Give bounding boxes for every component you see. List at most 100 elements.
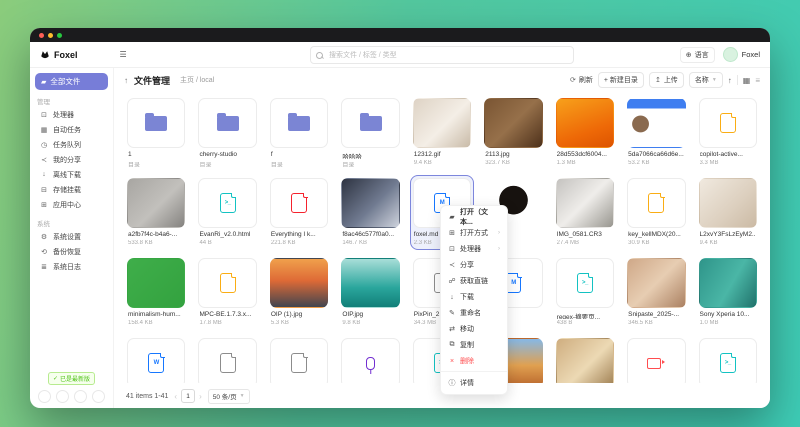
file-tile[interactable]: 2113.jpg 323.7 KB (481, 95, 545, 170)
file-tile[interactable] (195, 335, 259, 383)
sidebar-item[interactable]: ⊟ 存储挂载 (35, 182, 108, 197)
context-menu-item[interactable]: ⧉ 复制 (441, 337, 507, 353)
context-menu-item[interactable]: ⊡ 处理器 › (441, 241, 507, 257)
sort-label: 名称 (695, 75, 709, 85)
file-name: 5da7066ca66d6e... (628, 151, 684, 159)
file-tile[interactable]: f8ac46c577f0a0... 146.7 KB (338, 175, 402, 250)
file-name: EvanRi_v2.0.html (199, 231, 255, 239)
sidebar-item: 管理 (35, 94, 108, 107)
file-name: f (271, 151, 327, 159)
sidebar-item[interactable]: ▦ 自动任务 (35, 122, 108, 137)
refresh-button[interactable]: ⟳ 刷新 (570, 75, 593, 85)
sidebar-item[interactable]: ↓ 离线下载 (35, 167, 108, 182)
sidebar-item[interactable]: ≺ 我的分享 (35, 152, 108, 167)
sort-ascending-button[interactable]: ↑ (728, 76, 732, 85)
navigate-up-button[interactable]: ↑ (124, 76, 128, 85)
file-tile[interactable]: >_ regex-摘要页... 438 B (553, 255, 617, 330)
file-tile[interactable]: >_ EvanRi_v2.0.html 44 B (195, 175, 259, 250)
details-icon: ⓘ (448, 378, 456, 388)
file-size: 9.8 KB (342, 320, 398, 327)
file-size: 3.3 MB (700, 160, 756, 167)
file-size: 53.2 KB (628, 160, 684, 167)
search-input[interactable] (327, 51, 568, 60)
app-header: Foxel ☰ ⊕ 语言 Foxel (30, 42, 770, 68)
task-queue-icon: ◷ (40, 141, 48, 149)
file-tile[interactable]: Sony Xperia 10... 1.0 MB (696, 255, 760, 330)
context-menu-item[interactable]: × 删除 (441, 353, 507, 369)
minimize-window-button[interactable] (48, 33, 53, 38)
context-menu-item[interactable]: ↓ 下载 (441, 289, 507, 305)
sidebar-item[interactable]: ◷ 任务队列 (35, 137, 108, 152)
file-tile[interactable]: copilot-active... 3.3 MB (696, 95, 760, 170)
file-tile[interactable] (624, 335, 688, 383)
context-menu-item[interactable]: ⊞ 打开方式 › (441, 225, 507, 241)
context-menu-item-label: 重命名 (460, 308, 481, 318)
app-name: Foxel (54, 50, 78, 60)
file-tile[interactable]: 28d553dcf6004... 1.3 MB (553, 95, 617, 170)
page-size-select[interactable]: 50 条/页 ▼ (208, 389, 250, 404)
file-thumbnail (341, 258, 399, 308)
next-page-button[interactable]: › (199, 392, 202, 401)
sidebar-item-label: 我的分享 (53, 155, 81, 165)
file-tile[interactable]: 12312.gif 9.4 KB (410, 95, 474, 170)
file-tile[interactable]: 哈哈哈 目录 (338, 95, 402, 170)
file-size: 44 B (199, 240, 255, 247)
file-tile[interactable] (553, 335, 617, 383)
file-tile[interactable]: W (124, 335, 188, 383)
sidebar-item-all-files[interactable]: ▰ 全部文件 (35, 73, 108, 90)
file-tile[interactable]: Snipaste_2025-... 346.5 KB (624, 255, 688, 330)
file-name: IMG_0581.CR3 (557, 231, 613, 239)
maximize-window-button[interactable] (57, 33, 62, 38)
file-icon (291, 193, 307, 213)
file-tile[interactable]: minimalism-hum... 158.4 KB (124, 255, 188, 330)
file-tile[interactable] (267, 335, 331, 383)
update-status-badge[interactable]: ✓ 已是最新版 (48, 372, 95, 385)
file-tile[interactable]: >_ (696, 335, 760, 383)
grid-view-button[interactable]: ▦ (743, 76, 751, 85)
prev-page-button[interactable]: ‹ (174, 392, 177, 401)
sidebar-item[interactable]: ⊞ 应用中心 (35, 197, 108, 212)
file-tile[interactable]: Everything I k... 221.8 KB (267, 175, 331, 250)
toolbar: ⟳ 刷新 + 新建目录 ↥ 上传 名称 ▼ (570, 72, 760, 88)
language-button[interactable]: ⊕ 语言 (680, 47, 715, 63)
page-size-label: 50 条/页 (213, 391, 237, 401)
upload-button[interactable]: ↥ 上传 (649, 72, 684, 88)
close-window-button[interactable] (39, 33, 44, 38)
list-view-button[interactable]: ≡ (755, 76, 760, 85)
search-bar[interactable] (310, 46, 574, 64)
file-tile[interactable]: OIP (1).jpg 5.3 KB (267, 255, 331, 330)
context-menu-item[interactable]: ⓘ 详情 (441, 371, 507, 391)
user-menu[interactable]: Foxel (723, 47, 760, 62)
file-tile[interactable]: 5da7066ca66d6e... 53.2 KB (624, 95, 688, 170)
file-tile[interactable]: key_kellMDX(20... 30.9 KB (624, 175, 688, 250)
sort-select[interactable]: 名称 ▼ (689, 72, 723, 88)
context-menu-item[interactable]: ☍ 获取直链 (441, 273, 507, 289)
file-tile[interactable]: 1 目录 (124, 95, 188, 170)
file-tile[interactable]: cherry-studio 目录 (195, 95, 259, 170)
sidebar-collapse-icon[interactable]: ☰ (120, 50, 127, 59)
new-folder-button[interactable]: + 新建目录 (598, 72, 644, 88)
file-tile[interactable]: IMG_0581.CR3 27.4 MB (553, 175, 617, 250)
context-menu-item[interactable]: ▰ 打开（文本... (441, 209, 507, 225)
file-tile[interactable]: MPC-BE.1.7.3.x... 17.8 MB (195, 255, 259, 330)
file-tile[interactable]: OIP.jpg 9.8 KB (338, 255, 402, 330)
app-logo[interactable]: Foxel (40, 50, 78, 60)
sidebar-item[interactable]: ≣ 系统日志 (35, 259, 108, 274)
sidebar-item[interactable]: ⚙ 系统设置 (35, 229, 108, 244)
file-manager-header: ↑ 文件管理 主页 / local ⟳ 刷新 + 新建目录 ↥ 上传 (114, 68, 770, 92)
sidebar-item[interactable]: ⊡ 处理器 (35, 107, 108, 122)
file-name: 28d553dcf6004... (557, 151, 613, 159)
context-menu-item[interactable]: ⇄ 移动 (441, 321, 507, 337)
file-tile[interactable] (338, 335, 402, 383)
folder-icon: ▰ (41, 78, 46, 86)
sidebar-item[interactable]: ⟲ 备份恢复 (35, 244, 108, 259)
folder-icon (288, 116, 310, 131)
file-tile[interactable]: f 目录 (267, 95, 331, 170)
current-page-button[interactable]: 1 (181, 389, 195, 403)
context-menu-item[interactable]: ≺ 分享 (441, 257, 507, 273)
file-tile[interactable]: a2fb7f4c-b4a6-... 533.8 KB (124, 175, 188, 250)
breadcrumb[interactable]: 主页 / local (180, 75, 214, 85)
file-tile[interactable]: L2xvY3FsLzEyM2... 9.4 KB (696, 175, 760, 250)
context-menu-item[interactable]: ✎ 重命名 (441, 305, 507, 321)
folder-icon (217, 116, 239, 131)
